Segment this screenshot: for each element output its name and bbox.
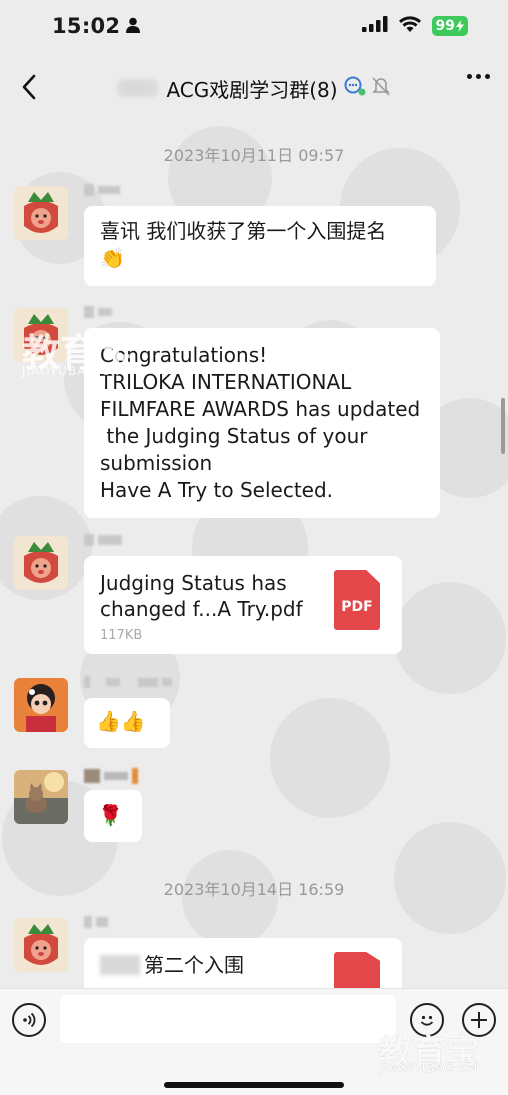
input-bar: 教育宝 JIAOYUBAO.CN bbox=[0, 988, 508, 1095]
signal-icon bbox=[361, 16, 388, 36]
sender-name bbox=[84, 916, 108, 928]
bell-off-icon bbox=[371, 76, 390, 100]
message-row: Judging Status has changed f...A Try.pdf… bbox=[14, 534, 494, 656]
message-line: Congratulations! bbox=[100, 343, 268, 367]
charging-icon bbox=[456, 20, 464, 32]
chat-area[interactable]: 2023年10月11日 09:57 喜讯 我们收获了第一个入围提名 👏 Cong… bbox=[0, 118, 508, 988]
strawberry-avatar-icon bbox=[14, 918, 68, 972]
message-bubble[interactable]: 👍👍 bbox=[84, 698, 170, 748]
avatar[interactable] bbox=[14, 678, 68, 732]
file-name: Judging Status has changed f...A Try.pdf bbox=[100, 571, 303, 621]
message-row: 第二个入围 bbox=[14, 916, 494, 988]
message-line: TRILOKA INTERNATIONAL bbox=[100, 370, 352, 394]
file-message-card[interactable]: 第二个入围 bbox=[84, 938, 402, 988]
scrollbar[interactable] bbox=[501, 398, 505, 454]
message-row: 👍👍 bbox=[14, 676, 494, 758]
nav-title-group[interactable]: ACG戏剧学习群(8) bbox=[118, 74, 390, 103]
time-label: 15:02 bbox=[52, 14, 121, 38]
file-name: 第二个入围 bbox=[144, 953, 244, 977]
sender-name bbox=[84, 534, 122, 546]
message-row: 🌹 bbox=[14, 768, 494, 850]
emoji-button[interactable] bbox=[410, 1003, 444, 1037]
pdf-file-icon: PDF bbox=[334, 570, 380, 630]
battery-level: 99 bbox=[435, 18, 455, 34]
avatar[interactable] bbox=[14, 918, 68, 972]
text-blur bbox=[100, 955, 140, 975]
avatar[interactable] bbox=[14, 770, 68, 824]
message-line: Have A Try to Selected. bbox=[100, 478, 334, 502]
message-bubble[interactable]: 🌹 bbox=[84, 790, 142, 842]
voice-button[interactable] bbox=[12, 1003, 46, 1037]
file-size: 117KB bbox=[100, 628, 143, 643]
message-line: submission bbox=[100, 451, 213, 475]
message-text: 喜讯 我们收获了第一个入围提名 bbox=[100, 219, 387, 243]
message-line: the Judging Status of your bbox=[100, 424, 368, 448]
more-dots-icon bbox=[467, 74, 472, 79]
message-bubble[interactable]: 喜讯 我们收获了第一个入围提名 👏 bbox=[84, 206, 436, 286]
timestamp: 2023年10月11日 09:57 bbox=[163, 146, 345, 165]
more-button[interactable] bbox=[467, 74, 490, 79]
group-chat-icon bbox=[344, 76, 366, 100]
pdf-file-icon bbox=[334, 952, 380, 988]
wifi-icon bbox=[398, 15, 422, 37]
back-button[interactable] bbox=[14, 72, 44, 102]
message-bubble[interactable]: Congratulations! TRILOKA INTERNATIONAL F… bbox=[84, 328, 440, 518]
page-title: ACG戏剧学习群(8) bbox=[166, 77, 338, 102]
sender-name bbox=[84, 676, 172, 688]
message-row: 喜讯 我们收获了第一个入围提名 👏 bbox=[14, 184, 494, 286]
cat-photo-avatar-icon bbox=[14, 770, 68, 824]
timestamp: 2023年10月14日 16:59 bbox=[163, 880, 345, 899]
avatar[interactable] bbox=[14, 186, 68, 240]
emoji-icon bbox=[420, 1015, 434, 1026]
title-blur bbox=[118, 79, 159, 97]
file-type-label: PDF bbox=[341, 599, 373, 615]
thumbs-up-emoji: 👍👍 bbox=[96, 709, 146, 733]
message-line: FILMFARE AWARDS has updated bbox=[100, 397, 421, 421]
girl-avatar-icon bbox=[14, 678, 68, 732]
status-time: 15:02 bbox=[52, 14, 141, 38]
chevron-left-icon bbox=[22, 74, 36, 100]
avatar[interactable] bbox=[14, 308, 68, 362]
person-icon bbox=[126, 14, 141, 38]
home-indicator[interactable] bbox=[164, 1082, 344, 1088]
nav-bar: ACG戏剧学习群(8) bbox=[0, 58, 508, 118]
plus-button[interactable] bbox=[462, 1003, 496, 1037]
sender-name bbox=[84, 184, 120, 196]
plus-icon bbox=[471, 1012, 487, 1028]
sender-name bbox=[84, 306, 112, 318]
avatar[interactable] bbox=[14, 536, 68, 590]
file-message-card[interactable]: Judging Status has changed f...A Try.pdf… bbox=[84, 556, 402, 654]
status-indicators: 99 bbox=[361, 15, 468, 37]
rose-emoji: 🌹 bbox=[98, 803, 123, 827]
strawberry-avatar-icon bbox=[14, 308, 68, 362]
watermark-site: JIAOYUBAO.CN bbox=[380, 1061, 479, 1075]
strawberry-avatar-icon bbox=[14, 536, 68, 590]
voice-icon bbox=[23, 1012, 36, 1028]
battery-indicator: 99 bbox=[431, 16, 468, 36]
sender-name bbox=[84, 768, 138, 784]
message-row: Congratulations! TRILOKA INTERNATIONAL F… bbox=[14, 306, 494, 518]
strawberry-avatar-icon bbox=[14, 186, 68, 240]
status-bar: 15:02 99 bbox=[0, 0, 508, 52]
message-input[interactable] bbox=[60, 995, 396, 1043]
clap-emoji: 👏 bbox=[100, 246, 125, 270]
